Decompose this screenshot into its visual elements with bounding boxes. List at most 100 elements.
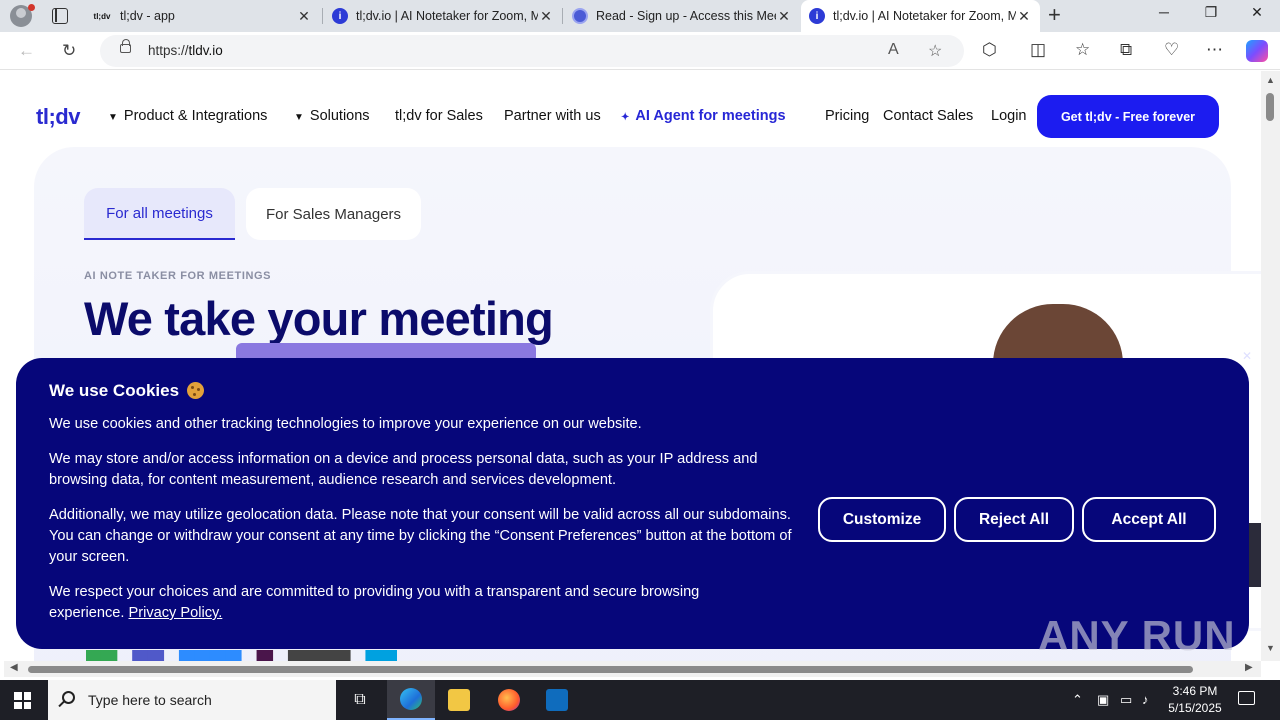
clock-time: 3:46 PM [1172, 684, 1218, 698]
info-favicon-icon: i [332, 8, 348, 24]
tab-title: tl;dv.io | AI Notetaker for Zoom, M [356, 9, 538, 23]
refresh-icon[interactable]: ↻ [62, 41, 76, 61]
cookie-icon [186, 382, 204, 399]
favorite-star-icon[interactable]: ☆ [928, 41, 942, 61]
scroll-left-icon[interactable]: ◀ [10, 662, 18, 673]
chevron-down-icon: ▼ [108, 112, 118, 123]
google-meet-logo-icon: ▇▇ [86, 649, 117, 661]
scroll-thumb[interactable] [28, 666, 1193, 673]
search-icon [62, 691, 75, 704]
accept-all-button[interactable]: Accept All [1082, 497, 1216, 542]
tab-actions-icon[interactable] [52, 8, 68, 24]
tab-close-icon[interactable]: ✕ [538, 8, 554, 25]
get-free-cta-button[interactable]: Get tl;dv - Free forever [1037, 95, 1219, 138]
back-arrow-icon[interactable]: ← [18, 41, 35, 61]
show-hidden-icons-chevron-icon[interactable]: ⌃ [1072, 692, 1083, 708]
nav-tldv-for-sales[interactable]: tl;dv for Sales [395, 108, 483, 124]
split-screen-icon[interactable]: ◫ [1030, 40, 1046, 60]
favorites-icon[interactable]: ☆ [1075, 40, 1090, 60]
cookie-paragraph: Additionally, we may utilize geolocation… [49, 507, 792, 565]
zoom-logo-icon: ▇▇▇▇ [179, 649, 242, 661]
tab-close-icon[interactable]: ✕ [1016, 8, 1032, 25]
integration-logos: ▇▇ ▇▇ ▇▇▇▇ ▇ ▇▇▇▇ ▇▇ [86, 647, 397, 661]
lock-icon[interactable] [120, 39, 131, 53]
slack-logo-icon: ▇ [257, 649, 273, 661]
scroll-thumb[interactable] [1266, 93, 1274, 121]
more-menu-icon[interactable]: ⋯ [1206, 40, 1223, 60]
task-view-icon[interactable]: ⧉ [336, 680, 384, 720]
teams-logo-icon: ▇▇ [132, 649, 164, 661]
scroll-down-icon[interactable]: ▼ [1266, 643, 1275, 653]
tab-close-icon[interactable]: ✕ [776, 8, 792, 25]
clock-date: 5/15/2025 [1168, 701, 1222, 715]
cookie-paragraph-last: We respect your choices and are committe… [49, 584, 700, 621]
nav-login[interactable]: Login [991, 108, 1026, 124]
customize-button[interactable]: Customize [818, 497, 946, 542]
browser-tab-2[interactable]: i tl;dv.io | AI Notetaker for Zoom, M ✕ [324, 0, 562, 32]
cookie-consent-banner: ✕ We use Cookies We use cookies and othe… [16, 349, 1252, 649]
segment-for-sales-managers[interactable]: For Sales Managers [246, 188, 421, 240]
browser-tab-bar: tl;dv tl;dv - app ✕ i tl;dv.io | AI Note… [0, 0, 1280, 32]
outlook-icon[interactable] [533, 680, 581, 720]
privacy-policy-link[interactable]: Privacy Policy. [129, 605, 223, 621]
address-bar[interactable]: https://tldv.io A ☆ [100, 35, 964, 67]
nav-product-integrations[interactable]: ▼ Product & Integrations [108, 108, 267, 124]
browser-tab-3[interactable]: Read - Sign up - Access this Meet ✕ [564, 0, 800, 32]
cookie-paragraph: We use cookies and other tracking techno… [49, 416, 642, 432]
firefox-icon[interactable] [485, 680, 533, 720]
browser-essentials-icon[interactable]: ♡ [1164, 40, 1179, 60]
site-logo[interactable]: tl;dv [36, 104, 80, 130]
new-tab-button[interactable]: + [1048, 4, 1061, 26]
horizontal-scrollbar[interactable]: ◀ ▶ [4, 661, 1261, 677]
hubspot-logo-icon: ▇▇▇▇ [288, 649, 350, 661]
read-aloud-icon[interactable]: A [888, 41, 899, 59]
volume-icon[interactable]: ♪ [1142, 692, 1149, 707]
file-explorer-icon[interactable] [435, 680, 483, 720]
url-text[interactable]: https://tldv.io [148, 43, 223, 58]
cookie-paragraph: We may store and/or access information o… [49, 451, 758, 488]
chevron-down-icon: ▼ [294, 112, 304, 123]
tab-title: Read - Sign up - Access this Meet [596, 9, 776, 23]
cookie-banner-title: We use Cookies [49, 381, 204, 401]
windows-taskbar: Type here to search ⧉ ⌃ ▣ ▭ ♪ 3:46 PM 5/… [0, 680, 1280, 720]
close-window-button[interactable]: ✕ [1234, 4, 1280, 21]
nav-ai-agent[interactable]: ✦ AI Agent for meetings [621, 108, 786, 124]
device-icon[interactable]: ▣ [1097, 692, 1109, 708]
tab-title: tl;dv - app [120, 9, 175, 23]
browser-tab-1[interactable]: tl;dv tl;dv - app ✕ [84, 0, 320, 32]
extensions-icon[interactable]: ⬡ [982, 40, 997, 60]
hero-headline: We take your meeting [84, 292, 554, 345]
anyrun-watermark: ANY RUN [1038, 612, 1236, 659]
segment-for-all-meetings[interactable]: For all meetings [84, 188, 235, 240]
restore-button[interactable]: ❐ [1188, 4, 1234, 21]
tab-separator [562, 8, 563, 24]
network-icon[interactable]: ▭ [1120, 692, 1132, 708]
read-favicon-icon [572, 8, 588, 24]
notification-dot-icon [28, 4, 35, 11]
browser-tab-4-active[interactable]: i tl;dv.io | AI Notetaker for Zoom, M ✕ [801, 0, 1040, 32]
nav-solutions[interactable]: ▼ Solutions [294, 108, 370, 124]
reject-all-button[interactable]: Reject All [954, 497, 1074, 542]
collections-icon[interactable]: ⧉ [1120, 40, 1132, 60]
nav-pricing[interactable]: Pricing [825, 108, 869, 124]
copilot-icon[interactable] [1246, 40, 1268, 62]
minimize-button[interactable]: ─ [1141, 4, 1187, 20]
info-favicon-icon: i [809, 8, 825, 24]
tab-separator [322, 8, 323, 24]
taskbar-clock[interactable]: 3:46 PM 5/15/2025 [1166, 683, 1224, 717]
close-icon[interactable]: ✕ [1242, 349, 1252, 363]
tab-close-icon[interactable]: ✕ [296, 8, 312, 25]
hero-eyebrow: AI NOTE TAKER FOR MEETINGS [84, 270, 272, 282]
notification-center-icon[interactable] [1238, 691, 1255, 705]
nav-partner[interactable]: Partner with us [504, 108, 601, 124]
scroll-up-icon[interactable]: ▲ [1266, 75, 1275, 85]
vertical-scrollbar[interactable]: ▲ ▼ [1261, 71, 1280, 661]
scroll-right-icon[interactable]: ▶ [1245, 662, 1253, 673]
windows-start-icon[interactable] [14, 692, 31, 709]
tldv-favicon-icon: tl;dv [93, 11, 111, 21]
edge-taskbar-icon[interactable] [387, 680, 435, 720]
taskbar-search-box[interactable]: Type here to search [48, 680, 336, 720]
nav-contact-sales[interactable]: Contact Sales [883, 108, 973, 124]
search-placeholder: Type here to search [88, 692, 212, 708]
tab-title: tl;dv.io | AI Notetaker for Zoom, M [833, 9, 1016, 23]
